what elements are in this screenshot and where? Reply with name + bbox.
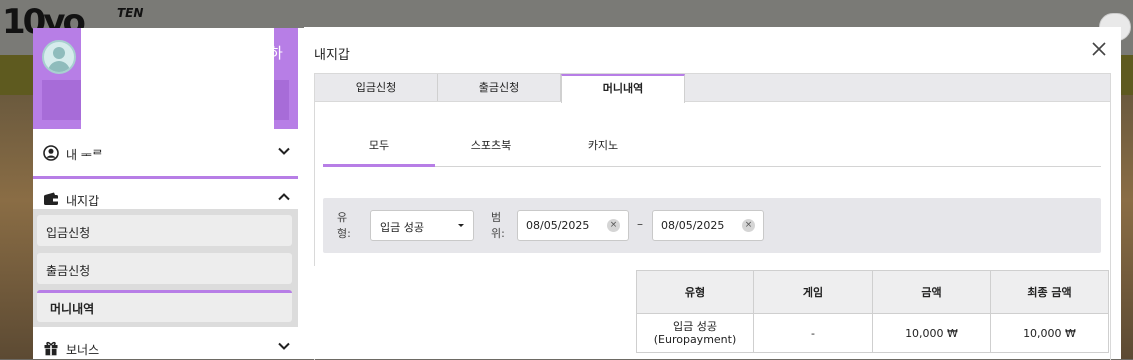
sidebar-item-bonus[interactable]: 보너스 [33, 328, 298, 359]
subtab-sportsbook[interactable]: 스포츠북 [435, 134, 547, 164]
submenu-label: 입금신청 [46, 226, 91, 240]
cell-final-amount: 10,000 ₩ [990, 313, 1109, 353]
avatar [42, 40, 76, 74]
chevron-down-icon [278, 147, 290, 155]
table-header-row: 유형 게임 금액 최종 금액 [636, 270, 1109, 314]
caret-down-icon [458, 224, 464, 227]
redacted-area [305, 266, 636, 359]
cell-amount: 10,000 ₩ [872, 313, 991, 353]
sidebar-item-label: 보너스 [66, 343, 100, 357]
chevron-down-icon [278, 342, 290, 350]
type-select-value: 입금 성공 [380, 221, 424, 234]
subtab-all[interactable]: 모두 [323, 134, 435, 167]
column-header-type: 유형 [636, 270, 754, 314]
column-header-amount: 금액 [872, 270, 991, 314]
range-separator: – [637, 217, 643, 231]
redacted-area [81, 28, 274, 130]
type-select[interactable]: 입금 성공 [370, 210, 474, 241]
site-logo-suffix: TEN [117, 6, 144, 20]
sidebar-item-label: 내 ᅳᅩᄅ [66, 148, 103, 162]
submenu-item-deposit[interactable]: 입금신청 [37, 215, 292, 246]
cell-game: - [753, 313, 873, 353]
column-header-final-amount: 최종 금액 [990, 270, 1109, 314]
tab-bar: 입금신청 출금신청 머니내역 [315, 74, 1110, 103]
type-label: 유 형: [337, 211, 351, 240]
cell-type: 입금 성공 (Europayment) [636, 313, 754, 353]
clear-icon[interactable]: × [607, 219, 620, 232]
submenu-label: 머니내역 [50, 302, 95, 316]
gift-icon [44, 341, 58, 356]
sidebar-item-label: 내지갑 [66, 194, 100, 208]
table-row: 입금 성공 (Europayment) - 10,000 ₩ 10,000 ₩ [636, 313, 1109, 353]
filter-bar: 유 형: 입금 성공 범 위: 08/05/2025 × – 08/05/2025 … [323, 198, 1101, 253]
column-header-game: 게임 [753, 270, 873, 314]
sidebar-item-my-page[interactable]: 내 ᅳᅩᄅ [33, 133, 298, 179]
date-from-value: 08/05/2025 [526, 219, 590, 232]
clear-icon[interactable]: × [742, 219, 755, 232]
tab-deposit[interactable]: 입금신청 [315, 74, 438, 101]
tab-money-history[interactable]: 머니내역 [561, 74, 685, 103]
submenu-label: 출금신청 [46, 264, 91, 278]
submenu-item-money-history[interactable]: 머니내역 [37, 290, 292, 322]
submenu-item-withdraw[interactable]: 출금신청 [37, 253, 292, 284]
wallet-submenu: 입금신청 출금신청 머니내역 [33, 209, 298, 327]
date-from-input[interactable]: 08/05/2025 × [517, 210, 629, 241]
date-to-input[interactable]: 08/05/2025 × [652, 210, 764, 241]
category-tabs: 모두 스포츠북 카지노 [323, 134, 1101, 167]
history-table: 유형 게임 금액 최종 금액 입금 성공 (Europayment) - 10,… [636, 270, 1109, 353]
user-circle-icon [43, 145, 59, 161]
tab-withdraw[interactable]: 출금신청 [438, 74, 561, 101]
modal-title: 내지갑 [314, 48, 350, 63]
subtab-casino[interactable]: 카지노 [547, 134, 659, 164]
chevron-up-icon [278, 193, 290, 201]
date-to-value: 08/05/2025 [661, 219, 725, 232]
side-panel: 하 내 ᅳᅩᄅ 내지갑 입금신청 출금신청 머니내역 보너스 [33, 28, 305, 359]
range-label: 범 위: [491, 211, 505, 240]
wallet-icon [44, 192, 58, 205]
close-icon[interactable] [1091, 41, 1107, 57]
